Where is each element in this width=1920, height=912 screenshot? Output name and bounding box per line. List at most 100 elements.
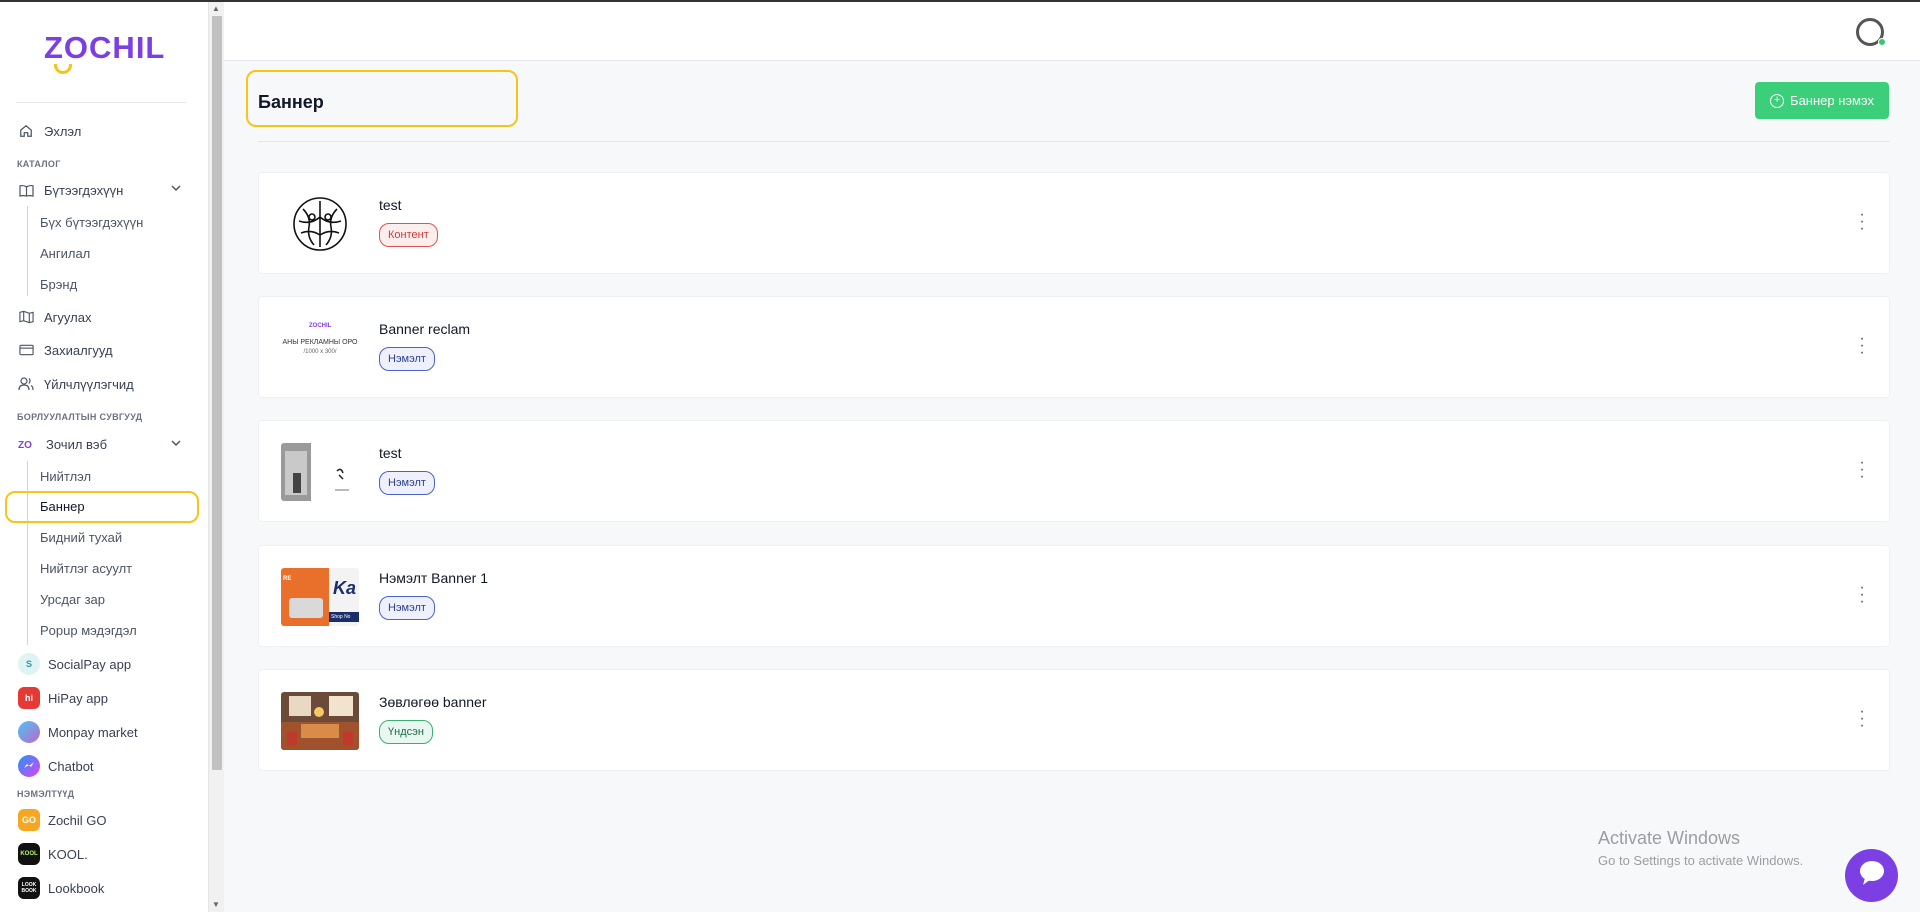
sidebar-item-label: Monpay market [48,724,138,740]
hipay-icon: hi [18,687,40,709]
logo-text: ZOCHIL [44,30,166,65]
sidebar-subitem-faq[interactable]: Нийтлэг асуулт [40,561,132,581]
banner-thumbnail [281,195,359,253]
section-label-channels: БОРЛУУЛАЛТЫН СУВГУУД [17,412,143,422]
banner-type-badge: Нэмэлт [379,347,435,371]
socialpay-icon: S [18,653,40,675]
svg-text:ZO: ZO [18,440,32,450]
chat-bubble-icon [1858,860,1886,891]
chevron-down-icon[interactable] [171,439,181,450]
sidebar-item-kool[interactable]: KOOL KOOL. [18,842,88,866]
online-status-dot [1878,38,1886,46]
sidebar-item-label: Захиалгууд [44,342,113,358]
top-bar [224,2,1920,61]
sidebar-item-hipay[interactable]: hi HiPay app [18,686,108,710]
banner-card[interactable]: RE Ka Shop No Нэмэлт Banner 1 Нэмэлт · · · [258,545,1890,647]
thumb-text: Shop No [329,612,359,622]
sidebar-item-label: Zochil GO [48,812,107,828]
active-item-highlight [5,491,199,523]
more-options-icon[interactable]: · · · [1859,580,1865,610]
zochil-logo[interactable]: ZOCHIL [44,30,166,74]
more-options-icon[interactable]: · · · [1859,331,1865,361]
banner-title: Нэмэлт Banner 1 [379,570,489,586]
sidebar-item-monpay[interactable]: Monpay market [18,720,138,744]
book-icon [18,182,34,198]
sidebar-subitem-about-us[interactable]: Бидний тухай [40,530,122,550]
main-content: Баннер + Баннер нэмэх test Контент · · · Z… [224,61,1920,912]
sidebar-item-chatbot[interactable]: Chatbot [18,754,94,778]
sidebar-item-label: Chatbot [48,758,94,774]
thumb-text: Ka [333,578,357,598]
add-banner-button[interactable]: + Баннер нэмэх [1755,82,1889,119]
sidebar-item-lookbook[interactable]: LOOK BOOK Lookbook [18,876,104,900]
sidebar-item-socialpay[interactable]: S SocialPay app [18,652,131,676]
sidebar-subitem-all-products[interactable]: Бүх бүтээгдэхүүн [40,215,143,235]
zochil-go-icon: GO [18,809,40,831]
scroll-thumb[interactable] [212,16,222,770]
thumb-text: /1000 x 300/ [303,349,337,355]
page-title: Баннер [258,92,324,112]
sidebar-item-label: Үйлчлүүлэгчид [44,376,134,392]
chat-button[interactable] [1845,849,1898,902]
banner-card[interactable]: test Контент · · · [258,172,1890,274]
sidebar-item-warehouse[interactable]: Агуулах [18,305,91,329]
sidebar-subitem-categories[interactable]: Ангилал [40,246,90,266]
sidebar-subitem-articles[interactable]: Нийтлэл [40,469,91,489]
banner-type-badge: Нэмэлт [379,471,435,495]
banner-type-badge: Контент [379,223,438,247]
credit-card-icon [18,342,34,358]
sidebar-item-label: HiPay app [48,690,108,706]
scroll-down-icon[interactable]: ▼ [212,900,220,909]
banner-thumbnail: RE Ka Shop No [281,568,359,626]
sidebar-subitem-banner[interactable]: Баннер [40,499,85,519]
lookbook-icon: LOOK BOOK [18,877,40,899]
banner-thumbnail [281,443,359,501]
banner-thumbnail: ZOCHIL АНЫ РЕКЛАМНЫ ОРО /1000 x 300/ [281,319,359,377]
more-options-icon[interactable]: · · · [1859,455,1865,485]
banner-card[interactable]: ZOCHIL АНЫ РЕКЛАМНЫ ОРО /1000 x 300/ Ban… [258,296,1890,398]
thumb-text: АНЫ РЕКЛАМНЫ ОРО [282,339,358,346]
sidebar-subitem-marquee[interactable]: Урсдаг зар [40,592,105,612]
home-icon [18,123,34,139]
sidebar-item-label: Бүтээгдэхүүн [44,182,124,198]
more-options-icon[interactable]: · · · [1859,207,1865,237]
logo-smile-icon [54,64,72,74]
sidebar-item-zochil-go[interactable]: GO Zochil GO [18,808,107,832]
chevron-down-icon[interactable] [171,184,181,195]
sidebar-item-zochil-web[interactable]: ZO Зочил вэб [18,432,107,456]
thumb-text: RE [283,576,292,582]
sidebar-subitem-popup[interactable]: Popup мэдэгдэл [40,623,137,643]
section-label-addons: НЭМЭЛТҮҮД [17,789,75,799]
monpay-icon [18,721,40,743]
sidebar: ZOCHIL Эхлэл КАТАЛОГ Бүтээгдэхүүн Бүх бү… [0,0,208,912]
banner-card[interactable]: Зөвлөгөө banner Үндсэн · · · [258,669,1890,771]
sidebar-item-label: Эхлэл [44,123,82,139]
sidebar-item-customers[interactable]: Үйлчлүүлэгчид [18,372,134,396]
sidebar-item-label: KOOL. [48,846,88,862]
thumb-text: ZOCHIL [309,323,332,329]
scroll-up-icon[interactable]: ▲ [212,4,220,13]
banner-type-badge: Нэмэлт [379,596,435,620]
banner-title: Banner reclam [379,321,471,337]
more-options-icon[interactable]: · · · [1859,704,1865,734]
sidebar-item-label: SocialPay app [48,656,132,672]
sidebar-item-home[interactable]: Эхлэл [18,119,81,143]
banner-type-badge: Үндсэн [379,720,433,744]
banner-card[interactable]: test Нэмэлт · · · [258,420,1890,522]
sidebar-scrollbar[interactable]: ▲ ▼ [208,0,224,912]
banner-title: test [379,445,402,461]
windows-activation-watermark: Activate Windows [1598,828,1741,848]
kool-icon: KOOL [18,843,40,865]
banner-thumbnail [281,692,359,750]
sidebar-item-label: Зочил вэб [46,436,108,452]
sofa-shape [289,598,323,618]
sidebar-item-orders[interactable]: Захиалгууд [18,338,113,362]
banner-title: test [379,197,402,213]
sidebar-item-products[interactable]: Бүтээгдэхүүн [18,178,123,202]
header-divider [258,141,1890,142]
sidebar-subitem-brands[interactable]: Брэнд [40,277,77,297]
plus-circle-icon: + [1770,93,1785,108]
windows-activation-hint: Go to Settings to activate Windows. [1598,853,1804,868]
users-icon [18,376,34,392]
submenu-line [27,461,28,645]
